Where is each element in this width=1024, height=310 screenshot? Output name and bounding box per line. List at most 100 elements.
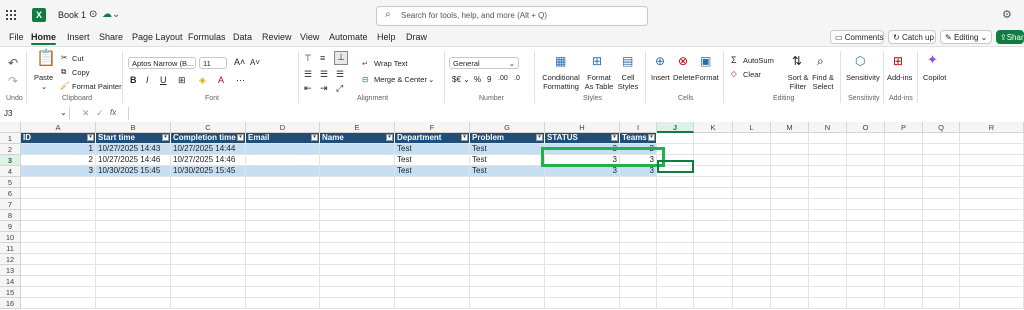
cell-h12[interactable]	[545, 254, 620, 265]
cell-a16[interactable]	[21, 298, 96, 309]
cell-n11[interactable]	[809, 243, 847, 254]
cell-m4[interactable]	[771, 166, 809, 177]
cell-d12[interactable]	[246, 254, 320, 265]
cell-g10[interactable]	[470, 232, 545, 243]
column-header-r[interactable]: R	[960, 122, 1024, 133]
cell-d9[interactable]	[246, 221, 320, 232]
cell-q7[interactable]	[923, 199, 960, 210]
cell-r7[interactable]	[960, 199, 1024, 210]
cell-d7[interactable]	[246, 199, 320, 210]
cell-c6[interactable]	[171, 188, 246, 199]
filter-dropdown-icon[interactable]: ▾	[611, 134, 618, 141]
underline-icon[interactable]: U	[160, 75, 167, 85]
cell-f13[interactable]	[395, 265, 470, 276]
table-cell[interactable]	[320, 155, 395, 166]
cell-g9[interactable]	[470, 221, 545, 232]
wrap-text-label[interactable]: Wrap Text	[374, 59, 408, 68]
cell-k3[interactable]	[694, 155, 733, 166]
cell-b8[interactable]	[96, 210, 171, 221]
cell-p1[interactable]	[885, 133, 923, 144]
cell-l11[interactable]	[733, 243, 771, 254]
increase-decimal-icon[interactable]: .00	[498, 75, 508, 82]
cell-q5[interactable]	[923, 177, 960, 188]
cell-f6[interactable]	[395, 188, 470, 199]
cell-d15[interactable]	[246, 287, 320, 298]
table-cell[interactable]	[320, 166, 395, 177]
cell-m15[interactable]	[771, 287, 809, 298]
cell-q4[interactable]	[923, 166, 960, 177]
cell-j5[interactable]	[657, 177, 694, 188]
decrease-indent-icon[interactable]: ⇤	[304, 83, 312, 94]
clear-label[interactable]: Clear	[743, 70, 761, 79]
cell-l9[interactable]	[733, 221, 771, 232]
cell-m7[interactable]	[771, 199, 809, 210]
cell-d11[interactable]	[246, 243, 320, 254]
cell-o4[interactable]	[847, 166, 885, 177]
cell-p15[interactable]	[885, 287, 923, 298]
tab-home[interactable]: Home	[31, 32, 57, 45]
cell-b14[interactable]	[96, 276, 171, 287]
table-header-cell[interactable]: Name ▾	[320, 133, 395, 144]
cell-f16[interactable]	[395, 298, 470, 309]
align-top-icon[interactable]: ⊤	[304, 53, 312, 64]
cell-o1[interactable]	[847, 133, 885, 144]
table-header-cell[interactable]: Problem ▾	[470, 133, 545, 144]
tab-data[interactable]: Data	[233, 32, 252, 42]
cell-n8[interactable]	[809, 210, 847, 221]
cell-p13[interactable]	[885, 265, 923, 276]
cell-a10[interactable]	[21, 232, 96, 243]
cell-n4[interactable]	[809, 166, 847, 177]
fill-color-icon[interactable]: ◈	[199, 75, 206, 86]
cell-i14[interactable]	[620, 276, 657, 287]
cell-f9[interactable]	[395, 221, 470, 232]
cell-e6[interactable]	[320, 188, 395, 199]
cell-q15[interactable]	[923, 287, 960, 298]
cell-i12[interactable]	[620, 254, 657, 265]
cell-d13[interactable]	[246, 265, 320, 276]
table-header-cell[interactable]: Teams ▾	[620, 133, 657, 144]
cell-r2[interactable]	[960, 144, 1024, 155]
more-font-icon[interactable]: ⋯	[236, 75, 245, 86]
active-cell-j3[interactable]	[657, 160, 694, 173]
cell-c13[interactable]	[171, 265, 246, 276]
column-header-m[interactable]: M	[771, 122, 809, 133]
cell-n10[interactable]	[809, 232, 847, 243]
spreadsheet-grid[interactable]: ABCDEFGHIJKLMNOPQR 1 2 3 4 5 6 7 8 9 10 11 12 13 14 15…	[0, 122, 1024, 310]
cell-e7[interactable]	[320, 199, 395, 210]
cell-p2[interactable]	[885, 144, 923, 155]
row-header-9[interactable]: 9	[0, 221, 21, 232]
sort-filter-icon[interactable]: ⇅	[792, 55, 802, 67]
paste-icon[interactable]: 📋	[36, 51, 56, 67]
cell-r5[interactable]	[960, 177, 1024, 188]
table-header-cell[interactable]: Department ▾	[395, 133, 470, 144]
row-header-4[interactable]: 4	[0, 166, 21, 177]
cell-d5[interactable]	[246, 177, 320, 188]
cell-n1[interactable]	[809, 133, 847, 144]
cell-b6[interactable]	[96, 188, 171, 199]
cell-h9[interactable]	[545, 221, 620, 232]
cell-r14[interactable]	[960, 276, 1024, 287]
row-header-11[interactable]: 11	[0, 243, 21, 254]
copilot-icon[interactable]: ✦	[927, 53, 938, 66]
cell-e14[interactable]	[320, 276, 395, 287]
column-header-f[interactable]: F	[395, 122, 470, 133]
row-header-5[interactable]: 5	[0, 177, 21, 188]
cell-e15[interactable]	[320, 287, 395, 298]
currency-icon[interactable]: $€ ⌄	[452, 75, 470, 84]
cell-r12[interactable]	[960, 254, 1024, 265]
cell-r9[interactable]	[960, 221, 1024, 232]
row-header-14[interactable]: 14	[0, 276, 21, 287]
align-middle-icon[interactable]: ≡	[320, 53, 325, 63]
cell-p4[interactable]	[885, 166, 923, 177]
cell-b9[interactable]	[96, 221, 171, 232]
table-header-cell[interactable]: ID ▾	[21, 133, 96, 144]
cell-k5[interactable]	[694, 177, 733, 188]
cell-j7[interactable]	[657, 199, 694, 210]
cell-g13[interactable]	[470, 265, 545, 276]
cell-q8[interactable]	[923, 210, 960, 221]
row-header-2[interactable]: 2	[0, 144, 21, 155]
cell-n12[interactable]	[809, 254, 847, 265]
cell-k4[interactable]	[694, 166, 733, 177]
column-header-k[interactable]: K	[694, 122, 733, 133]
cell-j13[interactable]	[657, 265, 694, 276]
